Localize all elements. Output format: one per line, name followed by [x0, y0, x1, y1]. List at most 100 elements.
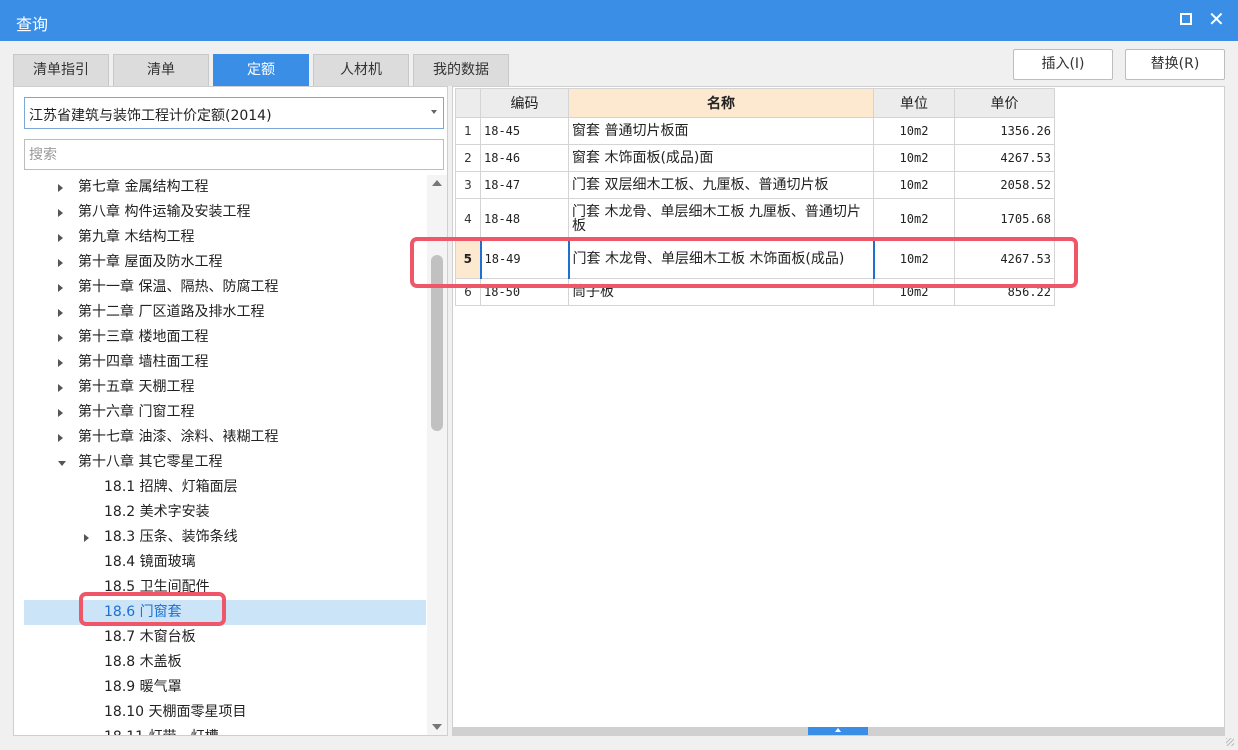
- cell-unit[interactable]: 10m2: [873, 171, 955, 199]
- tree-item[interactable]: 第十三章 楼地面工程: [24, 325, 426, 350]
- cell-price[interactable]: 1705.68: [954, 198, 1055, 239]
- scroll-down-icon[interactable]: [432, 724, 442, 730]
- table-row[interactable]: 4 18-48 门套 木龙骨、单层细木工板 九厘板、普通切片板 10m2 1705.68: [455, 198, 1055, 239]
- cell-name[interactable]: 门套 双层细木工板、九厘板、普通切片板: [568, 171, 874, 199]
- tree-item[interactable]: 18.1 招牌、灯箱面层: [24, 475, 426, 500]
- expand-arrow-right-icon[interactable]: [58, 384, 63, 392]
- insert-button[interactable]: 插入(I): [1013, 49, 1113, 80]
- cell-name[interactable]: 窗套 普通切片板面: [568, 117, 874, 145]
- cell-unit[interactable]: 10m2: [873, 144, 955, 172]
- tab-dinge[interactable]: 定额: [213, 54, 309, 86]
- close-icon[interactable]: ✕: [1208, 7, 1225, 31]
- tree-item[interactable]: 第十章 屋面及防水工程: [24, 250, 426, 275]
- expand-arrow-right-icon[interactable]: [58, 259, 63, 267]
- expand-arrow-right-icon[interactable]: [58, 359, 63, 367]
- cell-name[interactable]: 窗套 木饰面板(成品)面: [568, 144, 874, 172]
- grid-header-row: 编码 名称 单位 单价: [455, 88, 1055, 118]
- resize-grip-icon[interactable]: [1226, 738, 1234, 746]
- expand-arrow-right-icon[interactable]: [58, 184, 63, 192]
- tab-qingdan[interactable]: 清单: [113, 54, 209, 86]
- tree-item[interactable]: 第十五章 天棚工程: [24, 375, 426, 400]
- tree-item-label: 第十章 屋面及防水工程: [78, 254, 223, 270]
- tab-qingdan-zhiyin[interactable]: 清单指引: [13, 54, 109, 86]
- tree-item-label: 第七章 金属结构工程: [78, 179, 209, 195]
- tree-item[interactable]: 第十七章 油漆、涂料、裱糊工程: [24, 425, 426, 450]
- row-number[interactable]: 3: [455, 171, 481, 199]
- chapter-tree: 第七章 金属结构工程第八章 构件运输及安装工程第九章 木结构工程第十章 屋面及防…: [24, 175, 426, 735]
- expand-arrow-right-icon[interactable]: [58, 434, 63, 442]
- expand-arrow-right-icon[interactable]: [84, 534, 89, 542]
- tree-item-label: 18.4 镜面玻璃: [104, 554, 196, 570]
- tree-item-label: 18.11 灯带、灯槽: [104, 725, 219, 735]
- header-unit[interactable]: 单位: [873, 88, 955, 118]
- scroll-grip[interactable]: [808, 727, 868, 735]
- tree-item[interactable]: 第十六章 门窗工程: [24, 400, 426, 425]
- table-row[interactable]: 1 18-45 窗套 普通切片板面 10m2 1356.26: [455, 117, 1055, 145]
- tree-item-label: 第十五章 天棚工程: [78, 379, 195, 395]
- tree-item[interactable]: 18.8 木盖板: [24, 650, 426, 675]
- cell-code[interactable]: 18-48: [480, 198, 569, 239]
- table-row[interactable]: 3 18-47 门套 双层细木工板、九厘板、普通切片板 10m2 2058.52: [455, 171, 1055, 199]
- cell-code[interactable]: 18-45: [480, 117, 569, 145]
- tree-item-label: 第十四章 墙柱面工程: [78, 354, 209, 370]
- tree-item[interactable]: 18.10 天棚面零星项目: [24, 700, 426, 725]
- tree-item[interactable]: 第七章 金属结构工程: [24, 175, 426, 200]
- tree-item-label: 第十七章 油漆、涂料、裱糊工程: [78, 429, 279, 445]
- header-rownum: [455, 88, 481, 118]
- replace-button[interactable]: 替换(R): [1125, 49, 1225, 80]
- tree-item[interactable]: 第十一章 保温、隔热、防腐工程: [24, 275, 426, 300]
- tree-item[interactable]: 第十四章 墙柱面工程: [24, 350, 426, 375]
- chevron-up-icon: [835, 728, 841, 732]
- tree-item[interactable]: 第九章 木结构工程: [24, 225, 426, 250]
- tab-rencaiji[interactable]: 人材机: [313, 54, 409, 86]
- tree-item[interactable]: 第十二章 厂区道路及排水工程: [24, 300, 426, 325]
- right-panel: 编码 名称 单位 单价 1 18-45 窗套 普通切片板面 10m2 1356.26 2 1…: [452, 86, 1225, 736]
- tree-item-label: 第十一章 保温、隔热、防腐工程: [78, 279, 279, 295]
- row-number[interactable]: 4: [455, 198, 481, 239]
- tree-item-label: 18.1 招牌、灯箱面层: [104, 479, 238, 495]
- tree-item-label: 第十三章 楼地面工程: [78, 329, 209, 345]
- cell-price[interactable]: 1356.26: [954, 117, 1055, 145]
- maximize-icon[interactable]: [1180, 13, 1192, 25]
- cell-code[interactable]: 18-47: [480, 171, 569, 199]
- expand-arrow-right-icon[interactable]: [58, 309, 63, 317]
- tree-item[interactable]: 18.11 灯带、灯槽: [24, 725, 426, 735]
- expand-arrow-right-icon[interactable]: [58, 284, 63, 292]
- cell-price[interactable]: 2058.52: [954, 171, 1055, 199]
- chevron-down-icon[interactable]: [431, 110, 437, 114]
- tree-item[interactable]: 第八章 构件运输及安装工程: [24, 200, 426, 225]
- tree-item-label: 18.2 美术字安装: [104, 504, 210, 520]
- tree-item[interactable]: 18.9 暖气罩: [24, 675, 426, 700]
- table-row[interactable]: 2 18-46 窗套 木饰面板(成品)面 10m2 4267.53: [455, 144, 1055, 172]
- cell-price[interactable]: 4267.53: [954, 144, 1055, 172]
- tree-item[interactable]: 第十八章 其它零星工程: [24, 450, 426, 475]
- tree-item-label: 18.8 木盖板: [104, 654, 182, 670]
- row-number[interactable]: 1: [455, 117, 481, 145]
- tree-item-label: 18.9 暖气罩: [104, 679, 182, 695]
- scroll-up-icon[interactable]: [432, 180, 442, 186]
- cell-code[interactable]: 18-46: [480, 144, 569, 172]
- tree-item-label: 第八章 构件运输及安装工程: [78, 204, 251, 220]
- tree-item[interactable]: 18.7 木窗台板: [24, 625, 426, 650]
- expand-arrow-right-icon[interactable]: [58, 409, 63, 417]
- tree-item-label: 第十六章 门窗工程: [78, 404, 195, 420]
- row-number[interactable]: 2: [455, 144, 481, 172]
- expand-arrow-right-icon[interactable]: [58, 234, 63, 242]
- search-input[interactable]: [24, 139, 444, 170]
- cell-name[interactable]: 门套 木龙骨、单层细木工板 九厘板、普通切片板: [568, 198, 874, 239]
- horizontal-scrollbar[interactable]: [453, 727, 1224, 735]
- header-price[interactable]: 单价: [954, 88, 1055, 118]
- tree-item[interactable]: 18.3 压条、装饰条线: [24, 525, 426, 550]
- cell-unit[interactable]: 10m2: [873, 117, 955, 145]
- cell-unit[interactable]: 10m2: [873, 198, 955, 239]
- tree-item-label: 第十八章 其它零星工程: [78, 454, 223, 470]
- tree-item[interactable]: 18.4 镜面玻璃: [24, 550, 426, 575]
- expand-arrow-right-icon[interactable]: [58, 334, 63, 342]
- library-dropdown[interactable]: 江苏省建筑与装饰工程计价定额(2014): [24, 97, 444, 129]
- expand-arrow-right-icon[interactable]: [58, 209, 63, 217]
- tab-my-data[interactable]: 我的数据: [413, 54, 509, 86]
- header-name[interactable]: 名称: [568, 88, 874, 118]
- tree-item[interactable]: 18.2 美术字安装: [24, 500, 426, 525]
- header-code[interactable]: 编码: [480, 88, 569, 118]
- expand-arrow-down-icon[interactable]: [58, 461, 66, 466]
